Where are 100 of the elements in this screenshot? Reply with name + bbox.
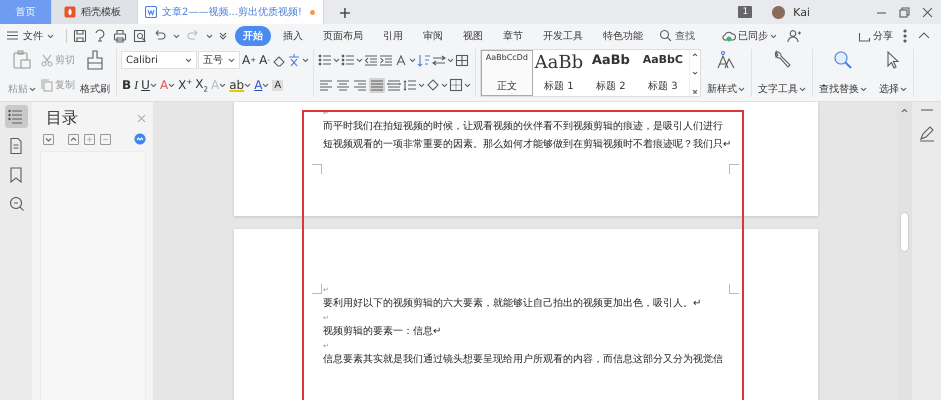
shrink-font-button[interactable]: A$^{-}$ bbox=[258, 52, 271, 68]
caret-icon[interactable] bbox=[464, 82, 471, 88]
distribute-icon[interactable] bbox=[386, 78, 402, 93]
caret-icon[interactable] bbox=[408, 57, 416, 64]
caret-icon[interactable] bbox=[150, 82, 157, 88]
collapse-icon[interactable] bbox=[68, 134, 79, 144]
style-preset[interactable]: AaBbC 标题 3 bbox=[636, 50, 689, 96]
ribbon-tab[interactable]: 插入 bbox=[275, 26, 311, 46]
caret-icon[interactable] bbox=[47, 32, 54, 38]
borders-icon[interactable] bbox=[448, 78, 463, 92]
more-icon[interactable] bbox=[219, 31, 227, 40]
find-replace-button[interactable]: 查找替换 bbox=[816, 49, 869, 97]
document-tab[interactable]: 文章2——视频...剪出优质视频! bbox=[138, 0, 324, 24]
style-preset[interactable]: AaBb 标题 2 bbox=[584, 50, 637, 96]
outline-tool-button[interactable] bbox=[4, 105, 28, 128]
format-button[interactable]: I bbox=[133, 76, 140, 94]
caret-icon[interactable] bbox=[418, 82, 425, 88]
search-button[interactable]: 查找 bbox=[659, 28, 695, 42]
ribbon-tab[interactable]: 审阅 bbox=[415, 26, 451, 46]
ribbon-tab[interactable]: 视图 bbox=[455, 26, 491, 46]
select-button[interactable]: 选择 bbox=[876, 49, 909, 97]
align-center-icon[interactable] bbox=[334, 78, 351, 93]
close-icon[interactable] bbox=[920, 4, 935, 20]
scrollbar-thumb[interactable] bbox=[900, 212, 909, 252]
caret-icon[interactable] bbox=[798, 86, 806, 92]
new-style-button[interactable]: 新样式 bbox=[704, 49, 747, 97]
window-count-badge[interactable]: 1 bbox=[738, 6, 752, 18]
table-icon[interactable] bbox=[454, 54, 469, 67]
caret-icon[interactable] bbox=[173, 32, 180, 38]
file-menu[interactable]: 文件 bbox=[6, 28, 54, 42]
expand-icon[interactable] bbox=[43, 134, 54, 144]
caret-icon[interactable] bbox=[168, 82, 176, 88]
scrollbar[interactable] bbox=[897, 102, 912, 400]
character-icon[interactable] bbox=[286, 53, 301, 68]
scroll-down-icon[interactable] bbox=[692, 70, 698, 76]
format-button[interactable]: B bbox=[121, 77, 132, 94]
caret-icon[interactable] bbox=[446, 57, 454, 64]
more-options-icon[interactable] bbox=[903, 28, 907, 42]
expand-icon[interactable] bbox=[692, 88, 698, 94]
caret-icon[interactable] bbox=[262, 82, 270, 88]
undo-icon[interactable] bbox=[153, 28, 167, 42]
toggle-icon[interactable] bbox=[134, 133, 146, 145]
minimize-panel-icon[interactable] bbox=[920, 108, 934, 112]
style-preset[interactable]: AaBbCcDd 正文 bbox=[480, 50, 533, 96]
caret-icon[interactable] bbox=[206, 32, 213, 38]
caret-icon[interactable] bbox=[860, 86, 867, 92]
ribbon-tab[interactable]: 引用 bbox=[375, 26, 411, 46]
print-icon[interactable] bbox=[113, 28, 127, 42]
caret-icon[interactable] bbox=[29, 86, 36, 92]
scroll-up-icon[interactable] bbox=[901, 108, 908, 113]
text-tools-button[interactable]: 文字工具 bbox=[756, 49, 808, 97]
new-tab-button[interactable]: + bbox=[330, 0, 360, 24]
format-button[interactable]: X$_{2}$ bbox=[194, 76, 209, 95]
save-icon[interactable] bbox=[73, 28, 87, 42]
sort-icon[interactable] bbox=[416, 54, 431, 67]
caret-icon[interactable] bbox=[244, 82, 252, 88]
caret-icon[interactable] bbox=[770, 32, 777, 38]
ribbon-tab[interactable]: 开发工具 bbox=[535, 26, 591, 46]
caret-icon[interactable] bbox=[738, 86, 745, 92]
print-preview-icon[interactable] bbox=[133, 28, 147, 42]
caret-icon[interactable] bbox=[219, 82, 226, 88]
font-dropdown[interactable]: Calibri bbox=[121, 51, 197, 70]
restore-icon[interactable] bbox=[897, 4, 912, 20]
add-icon[interactable] bbox=[84, 134, 95, 144]
align-left-icon[interactable] bbox=[318, 78, 334, 93]
align-right-icon[interactable] bbox=[352, 78, 368, 93]
grow-font-button[interactable]: A$^{+}$ bbox=[241, 52, 258, 68]
scroll-up-icon[interactable] bbox=[692, 52, 698, 58]
format-button[interactable]: A bbox=[158, 77, 176, 94]
avatar[interactable] bbox=[772, 6, 786, 18]
format-button[interactable]: A bbox=[271, 78, 284, 92]
caret-icon[interactable] bbox=[228, 57, 235, 64]
caret-icon[interactable] bbox=[900, 86, 907, 92]
justify-icon[interactable] bbox=[368, 78, 385, 93]
format-button[interactable]: U bbox=[140, 77, 158, 94]
font-size-dropdown[interactable]: 五号 bbox=[198, 51, 240, 70]
format-button[interactable]: ab bbox=[228, 77, 252, 94]
template-tab[interactable]: 稻壳模板 bbox=[52, 0, 138, 24]
format-painter-button[interactable]: 格式刷 bbox=[78, 49, 112, 97]
caret-icon[interactable] bbox=[356, 57, 363, 64]
shading-icon[interactable] bbox=[426, 78, 440, 92]
caret-icon[interactable] bbox=[302, 57, 309, 64]
caret-icon[interactable] bbox=[440, 82, 448, 88]
caret-icon[interactable] bbox=[185, 57, 192, 64]
format-button[interactable]: X$^{+}$ bbox=[177, 77, 194, 94]
ribbon-tab[interactable]: 特色功能 bbox=[595, 26, 651, 46]
format-button[interactable]: A bbox=[253, 77, 270, 94]
bullet-list-icon[interactable] bbox=[318, 53, 332, 68]
sync-button[interactable]: 已同步 bbox=[722, 28, 777, 42]
share-button[interactable]: 分享 bbox=[858, 28, 893, 42]
numbered-list-icon[interactable] bbox=[340, 53, 355, 68]
decrease-indent-icon[interactable] bbox=[364, 54, 378, 67]
user-add-icon[interactable] bbox=[787, 28, 802, 42]
search-icon[interactable] bbox=[659, 29, 672, 42]
menu-icon[interactable] bbox=[6, 29, 19, 42]
line-spacing-icon[interactable] bbox=[402, 78, 417, 92]
remove-icon[interactable] bbox=[100, 134, 111, 144]
caret-icon[interactable] bbox=[332, 57, 340, 64]
user-name[interactable]: Kai bbox=[793, 6, 810, 18]
ribbon-tab[interactable]: 章节 bbox=[495, 26, 531, 46]
